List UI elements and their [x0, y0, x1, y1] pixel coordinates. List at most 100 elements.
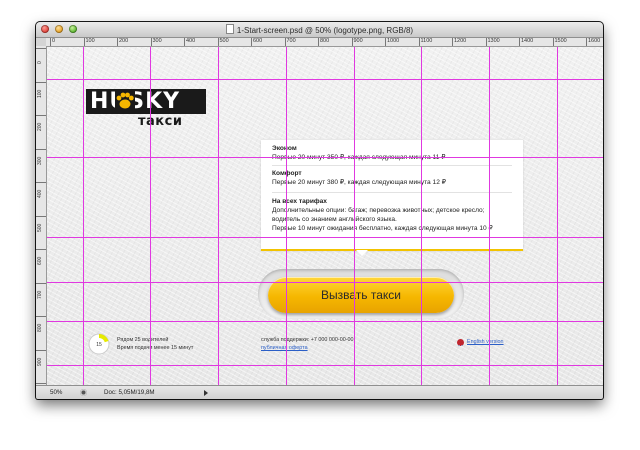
- divider: [272, 165, 512, 166]
- status-bar: 50% Doc: 5,05M/19,8M: [36, 385, 603, 399]
- ruler-tick: [552, 38, 554, 46]
- uk-flag-icon: [457, 339, 464, 346]
- ruler-label: 1500: [554, 38, 567, 44]
- vertical-guide[interactable]: [83, 47, 84, 385]
- ruler-tick: [36, 316, 46, 317]
- vertical-ruler[interactable]: 01002003004005006007008009001000: [36, 46, 47, 385]
- ruler-tick: [385, 38, 386, 46]
- ruler-label: 200: [119, 38, 129, 44]
- ruler-label: 600: [253, 38, 263, 44]
- tariff-name: Эконом: [272, 145, 297, 152]
- window-title-wrap: 1-Start-screen.psd @ 50% (logotype.png, …: [36, 24, 603, 35]
- horizontal-guide[interactable]: [47, 282, 603, 283]
- options-line-1: Дополнительные опции: багаж; перевозка ж…: [272, 207, 485, 214]
- ruler-tick: [83, 38, 85, 46]
- vertical-guide[interactable]: [354, 47, 355, 385]
- pickup-time-text: Время подачи менее 15 минут: [117, 345, 194, 351]
- ruler-label: 100: [37, 89, 43, 98]
- paw-icon: [115, 91, 135, 111]
- logo-subtitle: такси: [138, 114, 183, 129]
- ruler-label: 500: [219, 38, 229, 44]
- ruler-tick: [519, 38, 520, 46]
- ruler-tick: [36, 182, 46, 183]
- ruler-label: 700: [286, 38, 296, 44]
- proof-status-icon[interactable]: [80, 389, 87, 396]
- vertical-guide[interactable]: [489, 47, 490, 385]
- zoom-level[interactable]: 50%: [50, 389, 62, 396]
- document-icon: [225, 24, 234, 34]
- ruler-tick: [36, 249, 46, 250]
- document-size-info: Doc: 5,05M/19,8M: [104, 389, 155, 396]
- title-bar: 1-Start-screen.psd @ 50% (logotype.png, …: [36, 22, 603, 38]
- vertical-guide[interactable]: [421, 47, 422, 385]
- ruler-tick: [586, 38, 587, 46]
- ruler-tick: [36, 215, 46, 217]
- public-offer-link[interactable]: публичная оферта: [261, 345, 308, 352]
- husky-taxi-logo: HUSKY такси: [86, 89, 216, 135]
- ruler-tick: [36, 349, 46, 351]
- options-line-2: водитель со знанием английского языка.: [272, 216, 397, 223]
- ruler-label: 0: [37, 61, 43, 64]
- ruler-tick: [318, 38, 319, 46]
- tariff-description: Первые 20 минут 380 ₽, каждая следующая …: [272, 179, 446, 186]
- ruler-tick: [251, 38, 252, 46]
- ruler-tick: [50, 38, 51, 46]
- ruler-label: 100: [85, 38, 95, 44]
- ruler-label: 1300: [487, 38, 500, 44]
- support-phone-text: служба поддержки: +7 000 000-00-00: [261, 337, 354, 343]
- tariff-info-card: Эконом Первые 20 минут 350 ₽, каждая сле…: [261, 139, 523, 256]
- ruler-tick: [36, 383, 46, 384]
- ruler-label: 400: [186, 38, 196, 44]
- horizontal-guide[interactable]: [47, 321, 603, 322]
- waiting-info: Первые 10 минут ожидания бесплатно, кажд…: [272, 225, 493, 232]
- all-tariffs-section: На всех тарифах Дополнительные опции: ба…: [272, 197, 493, 233]
- document-canvas[interactable]: HUSKY такси Эконом Первые 20 минут 350 ₽…: [47, 47, 603, 385]
- ruler-label: 1400: [521, 38, 534, 44]
- ruler-tick: [351, 38, 353, 46]
- vertical-guide[interactable]: [218, 47, 219, 385]
- ruler-label: 200: [37, 122, 43, 131]
- ruler-label: 300: [152, 38, 162, 44]
- ruler-tick: [284, 38, 286, 46]
- ruler-label: 300: [37, 156, 43, 165]
- horizontal-ruler[interactable]: 0 100 200 300 400 500 600 700 800 900 1000 1100 1200…: [46, 38, 603, 47]
- tariff-comfort: Комфорт Первые 20 минут 380 ₽, каждая сл…: [272, 169, 446, 187]
- ruler-label: 600: [37, 256, 43, 265]
- ruler-tick: [117, 38, 118, 46]
- vertical-guide[interactable]: [286, 47, 287, 385]
- pickup-timer-icon: 15: [88, 333, 110, 355]
- drivers-nearby-text: Рядом 25 водителей: [117, 337, 169, 343]
- call-button-well: Вызвать такси: [258, 269, 464, 319]
- tariff-economy: Эконом Первые 20 минут 350 ₽, каждая сле…: [272, 144, 445, 162]
- ruler-tick: [36, 81, 46, 83]
- ruler-label: 400: [37, 189, 43, 198]
- vertical-guide[interactable]: [557, 47, 558, 385]
- timer-value: 15: [96, 342, 102, 348]
- ruler-tick: [418, 38, 420, 46]
- all-tariffs-title: На всех тарифах: [272, 198, 327, 205]
- ruler-tick: [150, 38, 152, 46]
- ruler-tick: [36, 48, 46, 49]
- horizontal-guide[interactable]: [47, 157, 603, 158]
- ruler-label: 900: [353, 38, 363, 44]
- ruler-tick: [36, 282, 46, 284]
- divider: [272, 192, 512, 193]
- ruler-tick: [485, 38, 487, 46]
- horizontal-guide[interactable]: [47, 79, 603, 80]
- vertical-guide[interactable]: [150, 47, 151, 385]
- photoshop-window: 1-Start-screen.psd @ 50% (logotype.png, …: [36, 22, 603, 399]
- status-menu-arrow-icon[interactable]: [204, 390, 208, 396]
- ruler-label: 700: [37, 290, 43, 299]
- horizontal-guide[interactable]: [47, 237, 603, 238]
- ruler-label: 1600: [588, 38, 601, 44]
- ruler-tick: [452, 38, 453, 46]
- horizontal-guide[interactable]: [47, 365, 603, 366]
- ruler-tick: [36, 115, 46, 116]
- window-title: 1-Start-screen.psd @ 50% (logotype.png, …: [236, 26, 414, 35]
- ruler-tick: [184, 38, 185, 46]
- ruler-label: 800: [37, 323, 43, 332]
- ruler-label: 800: [320, 38, 330, 44]
- english-version-link[interactable]: English version: [467, 339, 504, 346]
- logo-brand-text: HUSKY: [90, 89, 181, 114]
- ruler-tick: [217, 38, 219, 46]
